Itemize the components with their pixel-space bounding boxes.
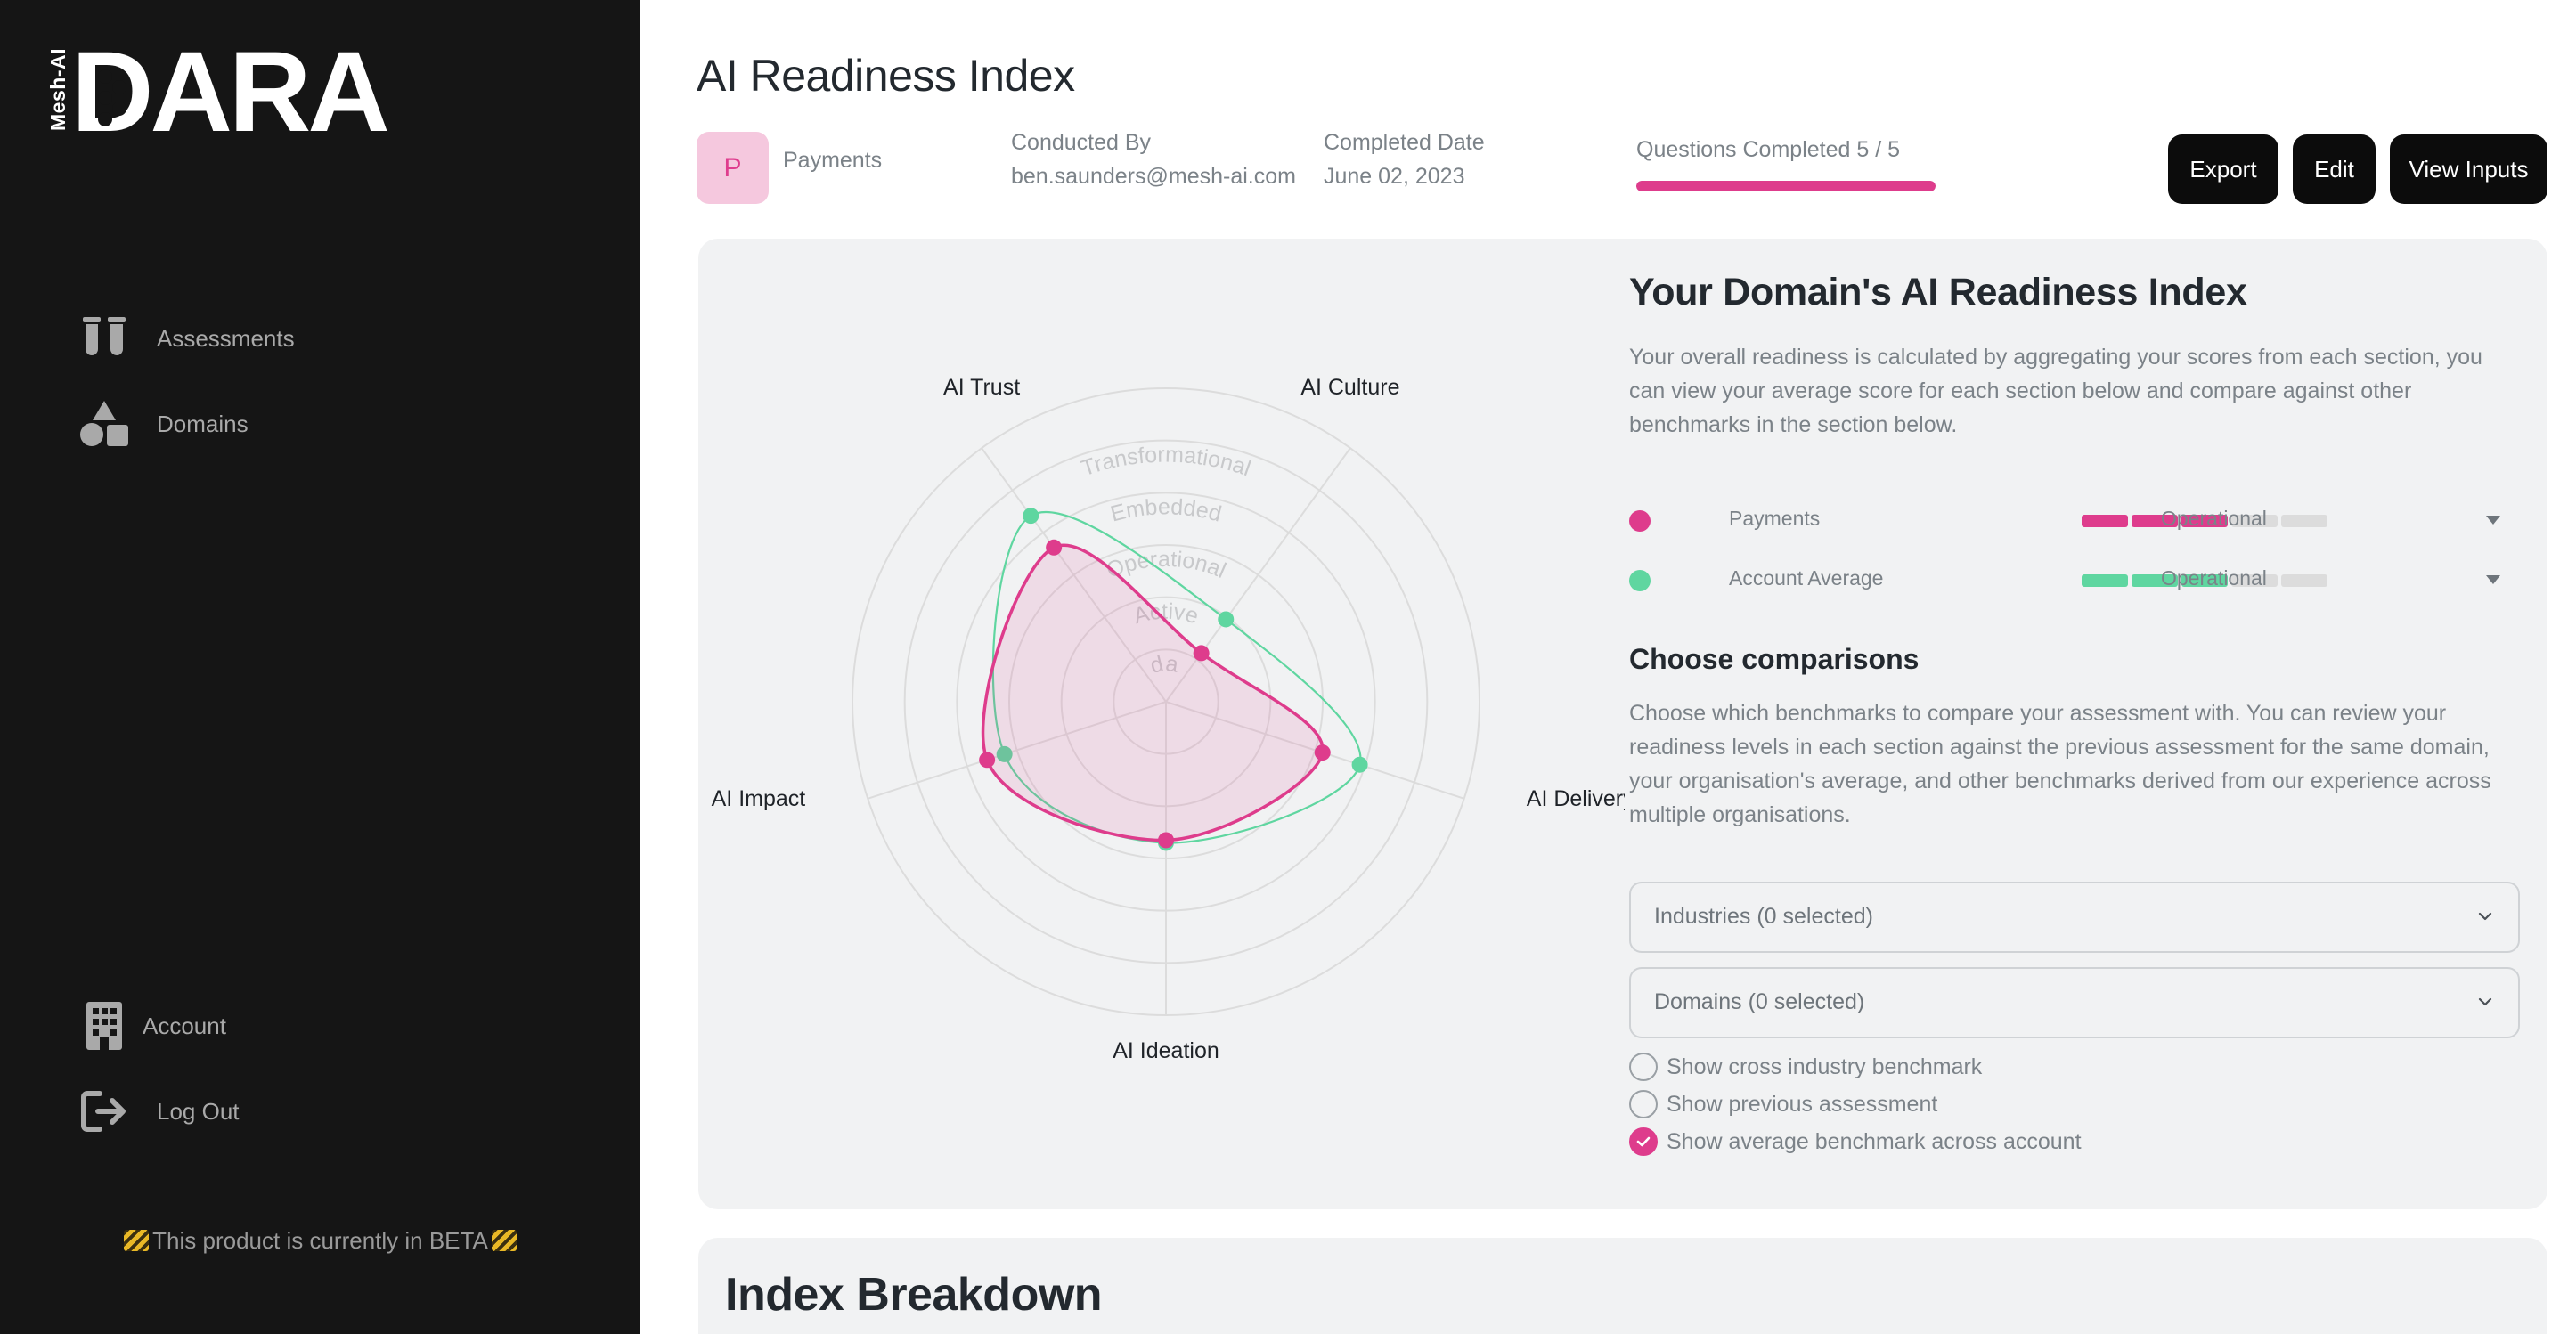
view-inputs-button[interactable]: View Inputs (2390, 134, 2547, 204)
export-button[interactable]: Export (2168, 134, 2278, 204)
sidebar-item-logout[interactable]: Log Out (78, 1088, 240, 1135)
logo-dots-icon (98, 69, 126, 126)
ring-level-label-text: Embedded (1108, 494, 1224, 526)
radar-data-point (1351, 756, 1368, 773)
domain-avatar: P (697, 132, 769, 204)
radar-data-point (979, 752, 996, 769)
readiness-card: FoundationalActiveOperationalEmbeddedTra… (698, 239, 2547, 1209)
index-breakdown-card: Index Breakdown (698, 1238, 2547, 1334)
industries-select[interactable]: Industries (0 selected) (1629, 882, 2520, 953)
legend-row-account-average: Account Average Operational (1629, 562, 2520, 598)
radar-axis-label: AI Culture (1300, 375, 1399, 400)
comparisons-title: Choose comparisons (1629, 643, 1920, 675)
questions-progress-bar (1636, 181, 1936, 191)
caret-down-icon[interactable] (2486, 575, 2500, 584)
chevron-down-icon (2478, 997, 2492, 1006)
test-tubes-icon (78, 315, 130, 362)
level-segment (2082, 515, 2128, 527)
readiness-description: Your overall readiness is calculated by … (1629, 345, 2482, 437)
radar-data-point (1314, 744, 1331, 761)
radar-data-point (1023, 508, 1039, 525)
ring-level-label: Embedded (1108, 494, 1224, 526)
series-payments-area (981, 543, 1325, 842)
legend-row-payments: Payments Operational (1629, 502, 2520, 538)
level-segment (2082, 574, 2128, 587)
completed-date-label: Completed Date (1324, 130, 1485, 155)
conducted-by-value: ben.saunders@mesh-ai.com (1011, 164, 1296, 189)
radio-button[interactable] (1629, 1127, 1658, 1156)
level-segment (2281, 515, 2327, 527)
option-label: Show average benchmark across account (1667, 1128, 2082, 1154)
option-label: Show previous assessment (1667, 1091, 1938, 1117)
legend-name: Payments (1729, 507, 1821, 530)
questions-progress-label: Questions Completed 5 / 5 (1636, 137, 1900, 162)
radar-data-point (1158, 832, 1174, 849)
edit-button[interactable]: Edit (2293, 134, 2376, 204)
level-segment (2281, 574, 2327, 587)
industries-select-value: Industries (0 selected) (1654, 904, 1873, 929)
comparisons-description: Choose which benchmarks to compare your … (1629, 701, 2491, 827)
radio-button[interactable] (1629, 1053, 1658, 1081)
sidebar-item-label: Domains (157, 410, 249, 437)
option-cross-industry-benchmark[interactable]: Show cross industry benchmark (1629, 1051, 1982, 1083)
readiness-radar-chart: FoundationalActiveOperationalEmbeddedTra… (698, 239, 1625, 1063)
option-label: Show cross industry benchmark (1667, 1053, 1983, 1079)
radar-data-point (1046, 539, 1063, 556)
legend-dot (1629, 510, 1651, 532)
radar-axis-label: AI Delivery (1527, 786, 1625, 811)
level-value: Operational (2161, 507, 2267, 530)
caret-down-icon[interactable] (2486, 516, 2500, 525)
logo-vertical-text: Mesh-AI (45, 47, 69, 131)
sidebar-item-label: Account (143, 1012, 226, 1039)
legend-name: Account Average (1729, 566, 1884, 590)
radar-axis-label: AI Impact (712, 786, 806, 811)
sidebar-item-account[interactable]: Account (78, 1002, 226, 1050)
conducted-by-label: Conducted By (1011, 130, 1152, 155)
domain-name: Payments (783, 148, 883, 173)
radar-axis-label: AI Ideation (1113, 1038, 1219, 1063)
radar-data-point (1193, 645, 1210, 662)
shapes-icon (78, 401, 130, 447)
readiness-title: Your Domain's AI Readiness Index (1629, 271, 2247, 313)
sidebar-item-domains[interactable]: Domains (78, 401, 249, 447)
option-average-benchmark[interactable]: Show average benchmark across account (1629, 1126, 2082, 1158)
sidebar-item-label: Log Out (157, 1097, 240, 1125)
sidebar-item-assessments[interactable]: Assessments (78, 315, 295, 362)
construction-sign-icon (491, 1230, 517, 1251)
level-value: Operational (2161, 566, 2267, 590)
domains-select[interactable]: Domains (0 selected) (1629, 967, 2520, 1038)
completed-date-value: June 02, 2023 (1324, 164, 1465, 189)
index-breakdown-title: Index Breakdown (725, 1269, 1103, 1321)
sidebar-item-label: Assessments (157, 324, 295, 352)
logout-icon (78, 1088, 130, 1135)
chevron-down-icon (2478, 912, 2492, 921)
page-title: AI Readiness Index (697, 51, 1075, 101)
domains-select-value: Domains (0 selected) (1654, 989, 1865, 1014)
building-icon (78, 1002, 130, 1050)
sidebar: Mesh-AI DARA Assessments Domains Account… (0, 0, 640, 1334)
beta-notice: This product is currently in BETA (0, 1227, 640, 1255)
check-icon (1636, 1136, 1651, 1147)
radio-button[interactable] (1629, 1090, 1658, 1118)
option-previous-assessment[interactable]: Show previous assessment (1629, 1088, 1937, 1120)
radar-data-point (1218, 611, 1235, 628)
radar-axis-label: AI Trust (943, 375, 1020, 400)
questions-progress-fill (1636, 181, 1936, 191)
dara-logo[interactable]: Mesh-AI DARA (45, 36, 420, 150)
legend-dot (1629, 570, 1651, 591)
construction-sign-icon (124, 1230, 150, 1251)
